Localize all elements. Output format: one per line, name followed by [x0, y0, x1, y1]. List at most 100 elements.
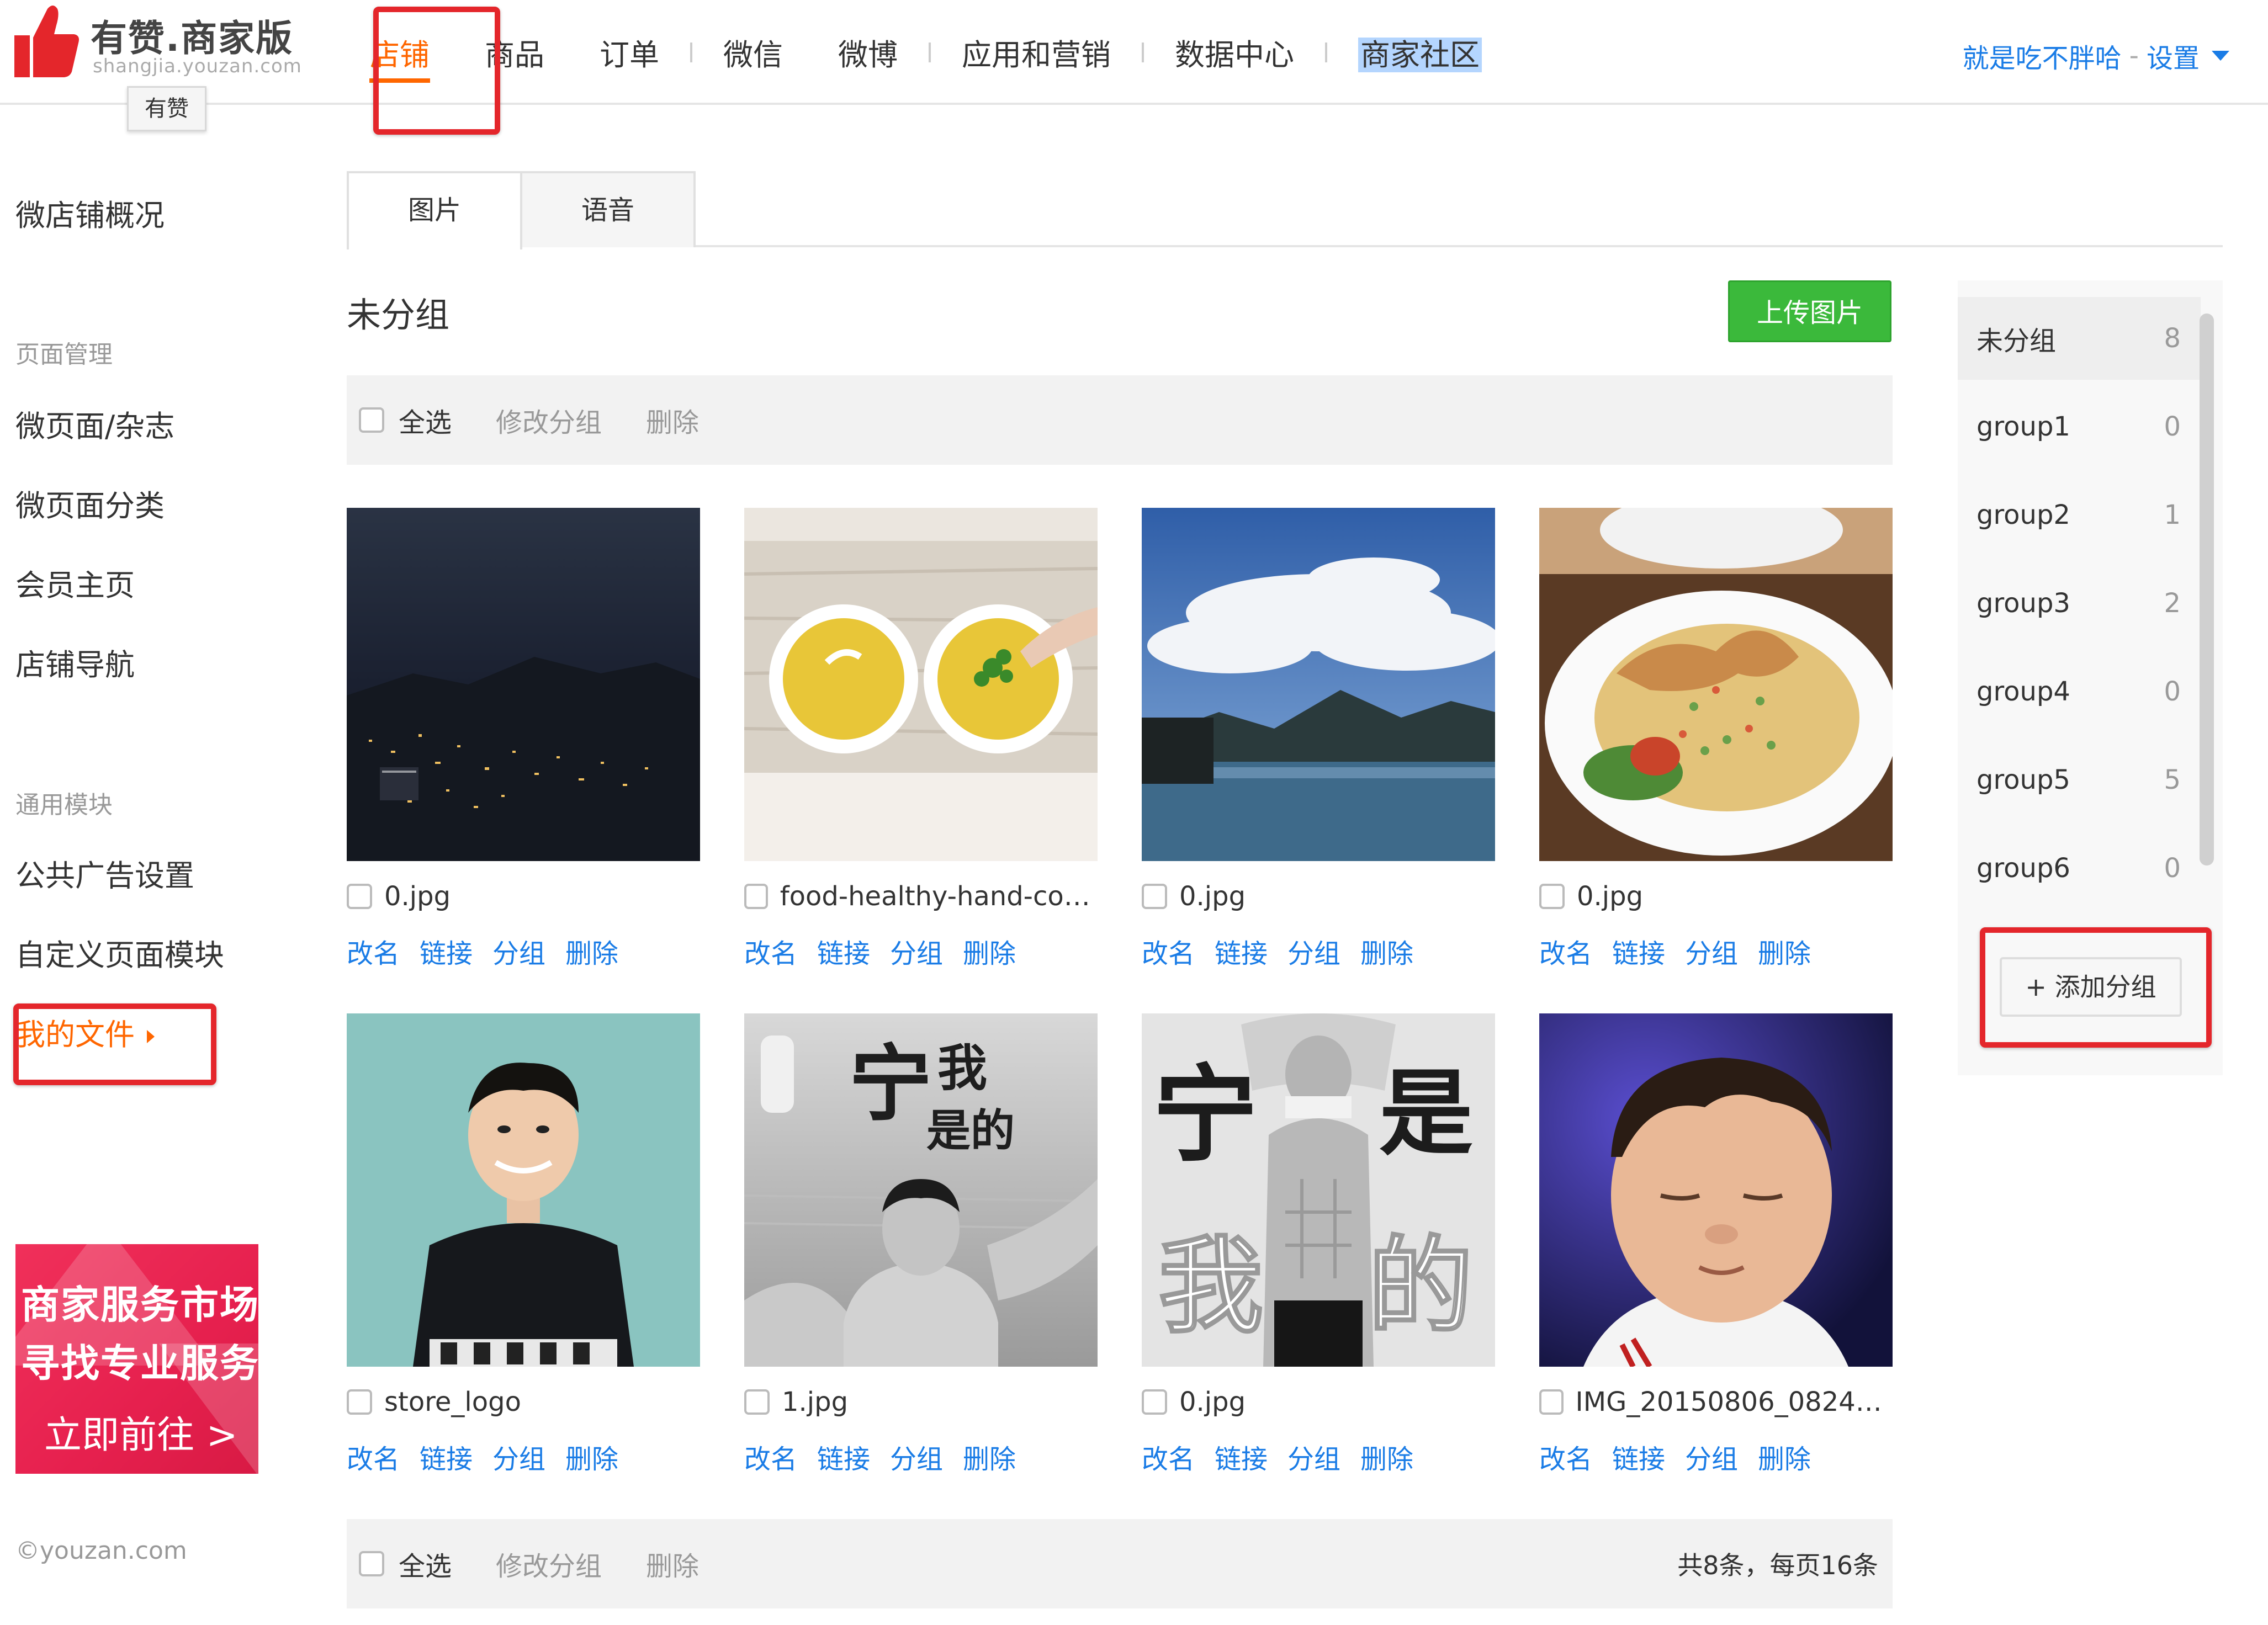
- select-all-checkbox[interactable]: [359, 407, 384, 433]
- copy-link-link[interactable]: 链接: [420, 1437, 473, 1476]
- copy-link-link[interactable]: 链接: [1215, 1437, 1268, 1476]
- file-checkbox[interactable]: [1539, 884, 1565, 909]
- file-card: 0.jpg 改名 链接 分组 删除: [347, 508, 700, 983]
- group-item[interactable]: group6 0: [1958, 827, 2201, 910]
- select-all-label[interactable]: 全选: [399, 1544, 452, 1583]
- man-portrait-photo[interactable]: [347, 1013, 700, 1367]
- sidebar-item-custom-modules[interactable]: 自定义页面模块: [15, 931, 224, 974]
- sidebar-heading-page-management: 页面管理: [15, 341, 113, 369]
- group-link[interactable]: 分组: [890, 932, 943, 970]
- lake-mountain-photo[interactable]: [1142, 508, 1495, 861]
- nav-divider: [1325, 43, 1327, 62]
- rename-link[interactable]: 改名: [744, 932, 797, 970]
- nav-merchant-community[interactable]: 商家社区: [1331, 0, 1509, 105]
- swimmer-poster-photo[interactable]: 宁 我 是的: [744, 1013, 1098, 1367]
- change-group-button[interactable]: 修改分组: [496, 1544, 602, 1583]
- brand-logo[interactable]: 有赞.商家版 shangjia.youzan.com: [14, 3, 301, 86]
- group-link[interactable]: 分组: [890, 1437, 943, 1476]
- file-checkbox[interactable]: [744, 884, 768, 909]
- bulk-delete-button[interactable]: 删除: [646, 401, 699, 439]
- night-city-photo[interactable]: [347, 508, 700, 861]
- group-item[interactable]: group5 5: [1958, 739, 2201, 821]
- file-checkbox[interactable]: [347, 884, 372, 909]
- delete-link[interactable]: 删除: [1360, 932, 1413, 970]
- delete-link[interactable]: 删除: [1360, 1437, 1413, 1476]
- group-count: 1: [2164, 500, 2181, 530]
- file-actions: 改名 链接 分组 删除: [744, 932, 1036, 970]
- account-username[interactable]: 就是吃不胖哈: [1963, 36, 2122, 75]
- service-market-banner[interactable]: 商家服务市场 寻找专业服务 立即前往 >: [15, 1244, 258, 1474]
- group-link[interactable]: 分组: [492, 1437, 545, 1476]
- media-tabs: 图片 语音: [347, 171, 2223, 249]
- select-all-label[interactable]: 全选: [399, 401, 452, 439]
- rename-link[interactable]: 改名: [347, 1437, 400, 1476]
- copy-link-link[interactable]: 链接: [1612, 1437, 1665, 1476]
- delete-link[interactable]: 删除: [1758, 1437, 1811, 1476]
- tab-images[interactable]: 图片: [347, 171, 522, 249]
- scrollbar-thumb[interactable]: [2200, 314, 2214, 865]
- copy-link-link[interactable]: 链接: [1612, 932, 1665, 970]
- chevron-down-icon[interactable]: [2212, 51, 2229, 61]
- group-link[interactable]: 分组: [1287, 1437, 1340, 1476]
- nav-wechat[interactable]: 微信: [696, 0, 810, 105]
- bulk-delete-button[interactable]: 删除: [646, 1544, 699, 1583]
- group-item[interactable]: group3 2: [1958, 562, 2201, 645]
- rename-link[interactable]: 改名: [1142, 932, 1195, 970]
- delete-link[interactable]: 删除: [565, 1437, 618, 1476]
- delete-link[interactable]: 删除: [1758, 932, 1811, 970]
- sidebar-item-page-categories[interactable]: 微页面分类: [15, 481, 165, 525]
- sidebar-item-member-home[interactable]: 会员主页: [15, 561, 135, 604]
- file-actions: 改名 链接 分组 删除: [1142, 1437, 1433, 1476]
- rename-link[interactable]: 改名: [347, 932, 400, 970]
- nav-weibo[interactable]: 微博: [810, 0, 925, 105]
- file-checkbox[interactable]: [1142, 884, 1167, 909]
- nav-data-center[interactable]: 数据中心: [1147, 0, 1322, 105]
- file-checkbox[interactable]: [744, 1389, 770, 1415]
- file-actions: 改名 链接 分组 删除: [1539, 1437, 1831, 1476]
- file-name: store_logo: [384, 1387, 521, 1417]
- group-scrollbar[interactable]: [2200, 314, 2214, 865]
- group-link[interactable]: 分组: [492, 932, 545, 970]
- account-settings-link[interactable]: 设置: [2147, 36, 2200, 75]
- rename-link[interactable]: 改名: [1539, 932, 1592, 970]
- athlete-poster-photo[interactable]: 宁 是 我 的: [1142, 1013, 1495, 1367]
- group-name: group2: [1976, 500, 2070, 530]
- rename-link[interactable]: 改名: [1539, 1437, 1592, 1476]
- file-name-row: 0.jpg: [1539, 881, 1893, 912]
- banner-cta-link[interactable]: 立即前往 >: [44, 1404, 238, 1459]
- file-checkbox[interactable]: [347, 1389, 372, 1415]
- group-link[interactable]: 分组: [1287, 932, 1340, 970]
- fried-rice-photo[interactable]: [1539, 508, 1893, 861]
- delete-link[interactable]: 删除: [963, 1437, 1016, 1476]
- sidebar-item-public-ads[interactable]: 公共广告设置: [15, 851, 194, 895]
- copy-link-link[interactable]: 链接: [1215, 932, 1268, 970]
- upload-image-button[interactable]: 上传图片: [1728, 280, 1891, 342]
- file-checkbox[interactable]: [1142, 1389, 1167, 1415]
- group-item[interactable]: group1 0: [1958, 385, 2201, 468]
- group-link[interactable]: 分组: [1685, 1437, 1738, 1476]
- delete-link[interactable]: 删除: [963, 932, 1016, 970]
- sidebar-item-micro-pages[interactable]: 微页面/杂志: [15, 402, 174, 445]
- copy-link-link[interactable]: 链接: [817, 1437, 870, 1476]
- face-closeup-photo[interactable]: [1539, 1013, 1893, 1367]
- tab-audio[interactable]: 语音: [520, 171, 696, 247]
- account-menu[interactable]: 就是吃不胖哈 - 设置: [1963, 36, 2229, 75]
- copy-link-link[interactable]: 链接: [817, 932, 870, 970]
- rename-link[interactable]: 改名: [1142, 1437, 1195, 1476]
- sidebar-item-store-nav[interactable]: 店铺导航: [15, 640, 135, 684]
- group-item[interactable]: 未分组 8: [1958, 297, 2201, 380]
- annotation-box-add-group: [1980, 927, 2212, 1048]
- copy-link-link[interactable]: 链接: [420, 932, 473, 970]
- soup-bowls-photo[interactable]: [744, 508, 1098, 861]
- nav-orders[interactable]: 订单: [572, 0, 687, 105]
- group-item[interactable]: group4 0: [1958, 650, 2201, 733]
- rename-link[interactable]: 改名: [744, 1437, 797, 1476]
- sidebar-item-overview[interactable]: 微店铺概况: [15, 191, 165, 235]
- nav-apps-marketing[interactable]: 应用和营销: [934, 0, 1138, 105]
- file-checkbox[interactable]: [1539, 1389, 1564, 1415]
- change-group-button[interactable]: 修改分组: [496, 401, 602, 439]
- group-link[interactable]: 分组: [1685, 932, 1738, 970]
- delete-link[interactable]: 删除: [565, 932, 618, 970]
- select-all-checkbox[interactable]: [359, 1551, 384, 1576]
- group-item[interactable]: group2 1: [1958, 474, 2201, 556]
